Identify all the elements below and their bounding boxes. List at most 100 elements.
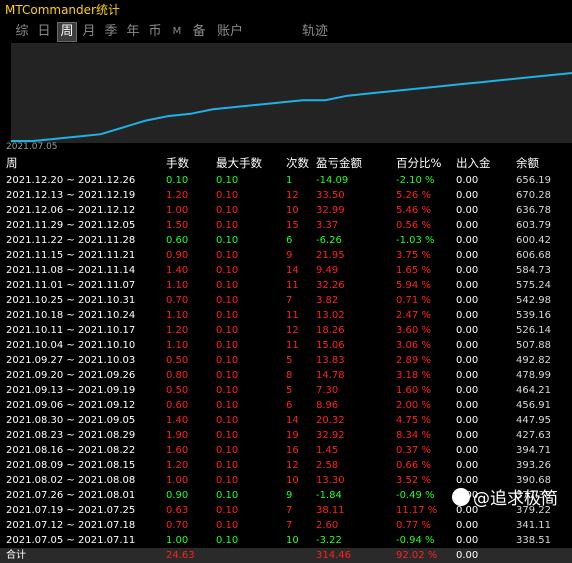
row-percent: 2.89 % — [396, 355, 431, 366]
row-week: 2021.07.19 ~ 2021.07.25 — [6, 505, 136, 516]
row-max-lots: 0.10 — [216, 340, 239, 351]
row-deposit-withdraw: 0.00 — [456, 520, 479, 531]
tab-week[interactable]: 周 — [57, 22, 77, 42]
row-pnl: 13.83 — [316, 355, 345, 366]
table-row[interactable]: 2021.11.29 ~ 2021.12.05 1.50 0.10 15 3.37 0.5… — [0, 218, 572, 233]
row-pnl: 3.37 — [316, 220, 339, 231]
tab-day[interactable]: 日 — [35, 23, 53, 41]
row-week: 2021.07.05 ~ 2021.07.11 — [6, 535, 136, 546]
header-max-lots[interactable]: 最大手数 — [216, 156, 262, 171]
row-lots: 0.60 — [166, 235, 189, 246]
row-lots: 0.70 — [166, 295, 189, 306]
tab-year[interactable]: 年 — [124, 23, 142, 41]
header-deposit-withdraw[interactable]: 出入金 — [456, 156, 491, 171]
row-lots: 1.40 — [166, 265, 189, 276]
table-row[interactable]: 2021.08.23 ~ 2021.08.29 1.90 0.10 19 32.92 8.… — [0, 428, 572, 443]
table-row[interactable]: 2021.08.30 ~ 2021.09.05 1.40 0.10 14 20.32 4.… — [0, 413, 572, 428]
row-deposit-withdraw: 0.00 — [456, 400, 479, 411]
header-week[interactable]: 周 — [6, 156, 18, 171]
row-week: 2021.12.20 ~ 2021.12.26 — [6, 175, 136, 186]
table-row[interactable]: 2021.12.13 ~ 2021.12.19 1.20 0.10 12 33.50 5.… — [0, 188, 572, 203]
table-row[interactable]: 2021.12.20 ~ 2021.12.26 0.10 0.10 1 -14.09 -2… — [0, 173, 572, 188]
row-week: 2021.10.25 ~ 2021.10.31 — [6, 295, 136, 306]
tab-currency[interactable]: 币 — [146, 23, 164, 41]
table-row[interactable]: 2021.07.12 ~ 2021.07.18 0.70 0.10 7 2.60 0.77… — [0, 518, 572, 533]
row-max-lots: 0.10 — [216, 475, 239, 486]
row-lots: 1.10 — [166, 310, 189, 321]
header-percent[interactable]: 百分比% — [396, 156, 441, 171]
header-count[interactable]: 次数 — [286, 156, 309, 171]
row-pnl: 18.26 — [316, 325, 345, 336]
row-percent: 4.75 % — [396, 415, 431, 426]
row-lots: 1.00 — [166, 535, 189, 546]
table-row[interactable]: 2021.09.27 ~ 2021.10.03 0.50 0.10 5 13.83 2.8… — [0, 353, 572, 368]
tab-account[interactable]: 账户 — [215, 23, 245, 41]
row-lots: 0.50 — [166, 355, 189, 366]
row-percent: -1.03 % — [396, 235, 435, 246]
row-max-lots: 0.10 — [216, 295, 239, 306]
row-balance: 584.73 — [516, 265, 551, 276]
table-row[interactable]: 2021.11.22 ~ 2021.11.28 0.60 0.10 6 -6.26 -1.… — [0, 233, 572, 248]
row-percent: 3.60 % — [396, 325, 431, 336]
row-balance: 492.82 — [516, 355, 551, 366]
table-row[interactable]: 2021.11.15 ~ 2021.11.21 0.90 0.10 9 21.95 3.7… — [0, 248, 572, 263]
table-row[interactable]: 2021.08.02 ~ 2021.08.08 1.00 0.10 10 13.30 3.… — [0, 473, 572, 488]
table-row[interactable]: 2021.09.20 ~ 2021.09.26 0.80 0.10 8 14.78 3.1… — [0, 368, 572, 383]
header-pnl[interactable]: 盈亏金额 — [316, 156, 362, 171]
table-row[interactable]: 2021.10.11 ~ 2021.10.17 1.20 0.10 12 18.26 3.… — [0, 323, 572, 338]
table-row[interactable]: 2021.12.06 ~ 2021.12.12 1.00 0.10 10 32.99 5.… — [0, 203, 572, 218]
row-pnl: 15.06 — [316, 340, 345, 351]
row-week: 2021.08.02 ~ 2021.08.08 — [6, 475, 136, 486]
row-lots: 0.10 — [166, 175, 189, 186]
row-lots: 1.20 — [166, 325, 189, 336]
row-week: 2021.11.08 ~ 2021.11.14 — [6, 265, 136, 276]
row-percent: 5.94 % — [396, 280, 431, 291]
table-row[interactable]: 2021.10.04 ~ 2021.10.10 1.10 0.10 11 15.06 3.… — [0, 338, 572, 353]
table-row[interactable]: 2021.10.25 ~ 2021.10.31 0.70 0.10 7 3.82 0.71… — [0, 293, 572, 308]
row-count: 1 — [286, 175, 293, 186]
table-row[interactable]: 2021.09.13 ~ 2021.09.19 0.50 0.10 5 7.30 1.60… — [0, 383, 572, 398]
row-deposit-withdraw: 0.00 — [456, 535, 479, 546]
row-percent: 0.77 % — [396, 520, 431, 531]
row-max-lots: 0.10 — [216, 490, 239, 501]
row-week: 2021.08.09 ~ 2021.08.15 — [6, 460, 136, 471]
title-bar: MTCommander统计 — [0, 0, 572, 20]
row-deposit-withdraw: 0.00 — [456, 325, 479, 336]
tab-notes[interactable]: 备 — [190, 23, 208, 41]
table-row[interactable]: 2021.08.09 ~ 2021.08.15 1.20 0.10 12 2.58 0.6… — [0, 458, 572, 473]
row-pnl: 21.95 — [316, 250, 345, 261]
row-balance: 507.88 — [516, 340, 551, 351]
table-row[interactable]: 2021.09.06 ~ 2021.09.12 0.60 0.10 6 8.96 2.00… — [0, 398, 572, 413]
table-row[interactable]: 2021.11.08 ~ 2021.11.14 1.40 0.10 14 9.49 1.6… — [0, 263, 572, 278]
tab-track[interactable]: 轨迹 — [300, 23, 330, 41]
table-row[interactable]: 2021.11.01 ~ 2021.11.07 1.10 0.10 11 32.26 5.… — [0, 278, 572, 293]
row-balance: 526.14 — [516, 325, 551, 336]
row-pnl: -3.22 — [316, 535, 342, 546]
tab-m[interactable]: M — [168, 23, 186, 41]
row-week: 2021.08.30 ~ 2021.09.05 — [6, 415, 136, 426]
table-row[interactable]: 2021.10.18 ~ 2021.10.24 1.10 0.10 11 13.02 2.… — [0, 308, 572, 323]
row-week: 2021.11.15 ~ 2021.11.21 — [6, 250, 136, 261]
row-deposit-withdraw: 0.00 — [456, 355, 479, 366]
row-week: 2021.12.13 ~ 2021.12.19 — [6, 190, 136, 201]
tab-month[interactable]: 月 — [80, 23, 98, 41]
row-percent: 3.06 % — [396, 340, 431, 351]
header-lots[interactable]: 手数 — [166, 156, 189, 171]
table-header: 周 手数 最大手数 次数 盈亏金额 百分比% 出入金 余额 — [0, 156, 572, 171]
row-pnl: 8.96 — [316, 400, 339, 411]
header-balance[interactable]: 余额 — [516, 156, 539, 171]
row-count: 5 — [286, 385, 293, 396]
row-week: 2021.08.23 ~ 2021.08.29 — [6, 430, 136, 441]
row-lots: 1.90 — [166, 430, 189, 441]
tab-bar: 综 日 周 月 季 年 币 M 备 账户 轨迹 — [0, 20, 572, 44]
tab-quarter[interactable]: 季 — [102, 23, 120, 41]
tab-overview[interactable]: 综 — [13, 23, 31, 41]
row-balance: 464.21 — [516, 385, 551, 396]
row-percent: 2.00 % — [396, 400, 431, 411]
table-row[interactable]: 2021.07.05 ~ 2021.07.11 1.00 0.10 10 -3.22 -0… — [0, 533, 572, 548]
row-pnl: 32.26 — [316, 280, 345, 291]
row-balance: 539.16 — [516, 310, 551, 321]
table-row[interactable]: 2021.08.16 ~ 2021.08.22 1.60 0.10 16 1.45 0.3… — [0, 443, 572, 458]
row-max-lots: 0.10 — [216, 445, 239, 456]
row-week: 2021.07.26 ~ 2021.08.01 — [6, 490, 136, 501]
